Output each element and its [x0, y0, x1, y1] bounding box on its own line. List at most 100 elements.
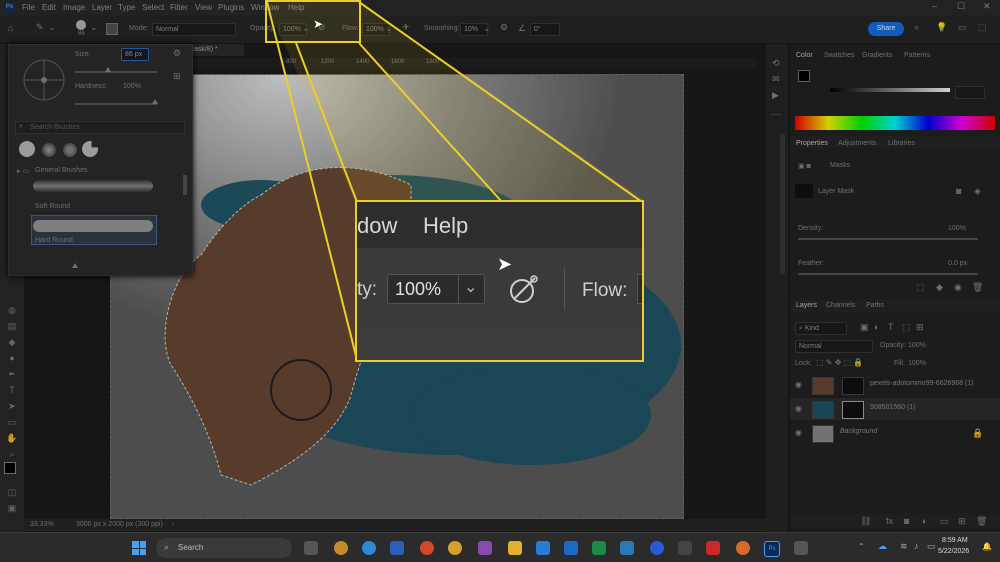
brightness-field[interactable]: [955, 86, 985, 99]
chrome-icon[interactable]: [736, 541, 750, 555]
gear-icon[interactable]: ⚙: [173, 48, 181, 59]
brightness-slider[interactable]: [830, 88, 950, 92]
chevron-down-icon[interactable]: ⌄: [464, 277, 477, 297]
rectangle-tool-icon[interactable]: ▭: [5, 416, 19, 428]
app-icon[interactable]: [620, 541, 634, 555]
chevron-up-icon[interactable]: ⌃: [858, 542, 865, 551]
tab-adjustments[interactable]: Adjustments: [838, 140, 877, 147]
tab-swatches[interactable]: Swatches: [824, 52, 854, 59]
preset-variant-icon[interactable]: [82, 141, 98, 157]
menu-file[interactable]: File: [22, 3, 35, 12]
menu-view[interactable]: View: [195, 3, 212, 12]
menu-type[interactable]: Type: [118, 3, 135, 12]
preset-hard-round-icon[interactable]: [19, 141, 35, 157]
brush-angle-widget[interactable]: [19, 55, 69, 105]
minimize-icon[interactable]: –: [932, 1, 937, 11]
adjustment-layer-icon[interactable]: ◐: [922, 516, 927, 526]
filter-pixel-icon[interactable]: ▣: [860, 322, 869, 333]
vertical-scrollbar[interactable]: [780, 134, 785, 274]
zoom-pressure-opacity-icon[interactable]: [507, 274, 541, 304]
smoothing-options-icon[interactable]: ⚙: [500, 22, 508, 33]
link-layers-icon[interactable]: ⛓: [860, 516, 871, 527]
vector-mask-icon[interactable]: ◈: [974, 186, 981, 197]
acrobat-icon[interactable]: [706, 541, 720, 555]
onedrive-icon[interactable]: ☁: [878, 541, 887, 552]
close-icon[interactable]: ✕: [983, 1, 991, 12]
clock-date[interactable]: 5/22/2026: [938, 548, 969, 555]
volume-icon[interactable]: ♪: [914, 541, 919, 551]
pen-tool-icon[interactable]: ✒: [5, 368, 19, 380]
task-view-icon[interactable]: [304, 541, 318, 555]
pixel-mask-icon[interactable]: ◙: [956, 186, 961, 196]
tab-color[interactable]: Color: [796, 52, 813, 59]
comments-icon[interactable]: ✉: [772, 74, 780, 85]
eye-icon[interactable]: ◉: [795, 428, 802, 437]
tab-paths[interactable]: Paths: [866, 302, 884, 309]
new-layer-icon[interactable]: ⊞: [958, 516, 966, 527]
new-preset-icon[interactable]: ⊞: [173, 71, 181, 82]
layer-row-selected[interactable]: ◉ 908501560 (1): [790, 398, 1000, 420]
delete-mask-icon[interactable]: 🗑: [972, 282, 983, 293]
zoom-level[interactable]: 33.33%: [30, 521, 54, 528]
soft-round-brush[interactable]: Soft Round: [35, 203, 70, 210]
photoshop-app-icon[interactable]: Ps: [4, 2, 15, 13]
preset-soft-icon[interactable]: [63, 143, 77, 157]
chrome-icon[interactable]: [448, 541, 462, 555]
layer-filter-kind[interactable]: ⌕ Kind: [795, 322, 847, 335]
tab-channels[interactable]: Channels: [826, 302, 856, 309]
hardness-slider-thumb[interactable]: [152, 99, 158, 104]
zoom-menu-help[interactable]: Help: [423, 213, 468, 239]
eye-icon[interactable]: ◉: [795, 404, 802, 413]
copilot-icon[interactable]: [536, 541, 550, 555]
brush-tool-icon[interactable]: ✎: [36, 22, 44, 33]
select-mask-icon[interactable]: ⬚: [916, 282, 925, 293]
tab-properties[interactable]: Properties: [796, 140, 828, 147]
cloud-icon[interactable]: ⬚: [978, 22, 987, 33]
menu-layer[interactable]: Layer: [92, 3, 112, 12]
brush-preset-icon[interactable]: [76, 20, 86, 30]
chevron-down-icon[interactable]: ⌄: [385, 23, 393, 34]
resize-handle-icon[interactable]: [72, 263, 78, 268]
feather-slider[interactable]: [798, 273, 978, 275]
tab-layers[interactable]: Layers: [796, 302, 817, 309]
general-brushes-folder[interactable]: General Brushes: [35, 167, 88, 174]
hand-tool-icon[interactable]: ✋: [5, 432, 19, 444]
windows-start-icon[interactable]: [132, 541, 146, 555]
chrome-canary-icon[interactable]: [334, 541, 348, 555]
share-button[interactable]: Share: [868, 22, 904, 36]
add-mask-icon[interactable]: ◙: [904, 516, 909, 526]
layer-row[interactable]: ◉ Background 🔒: [790, 422, 1000, 444]
group-icon[interactable]: ▭: [940, 516, 949, 527]
angle-field[interactable]: 0°: [530, 23, 560, 36]
color-spectrum[interactable]: [795, 116, 995, 130]
app-icon[interactable]: [478, 541, 492, 555]
menu-select[interactable]: Select: [142, 3, 164, 12]
blur-tool-icon[interactable]: ◆: [5, 336, 19, 348]
discover-icon[interactable]: 💡: [936, 22, 947, 33]
taskbar-search[interactable]: ⌕ Search: [156, 538, 292, 558]
maximize-icon[interactable]: ☐: [957, 1, 965, 12]
app-icon[interactable]: [678, 541, 692, 555]
outlook-icon[interactable]: [564, 541, 578, 555]
photoshop-taskbar-icon[interactable]: Ps: [764, 541, 780, 557]
word-icon[interactable]: [390, 541, 404, 555]
dodge-tool-icon[interactable]: ●: [5, 352, 19, 364]
preset-soft-round-icon[interactable]: [42, 143, 56, 157]
clock-time[interactable]: 8:59 AM: [942, 537, 968, 544]
zoom-flow-field[interactable]: [637, 274, 642, 304]
wifi-icon[interactable]: ≋: [900, 541, 908, 552]
brush-settings-icon[interactable]: [106, 23, 118, 35]
gradient-tool-icon[interactable]: ▤: [5, 320, 19, 332]
workspace-icon[interactable]: ▭: [958, 22, 967, 33]
app-icon[interactable]: [794, 541, 808, 555]
screen-mode-icon[interactable]: ▣: [5, 502, 19, 514]
eye-icon[interactable]: ◉: [795, 380, 802, 389]
apply-mask-icon[interactable]: ◆: [936, 282, 943, 293]
tab-patterns[interactable]: Patterns: [904, 52, 930, 59]
zoom-app-icon[interactable]: [650, 541, 664, 555]
excel-icon[interactable]: [592, 541, 606, 555]
filter-smart-icon[interactable]: ⊞: [916, 322, 924, 333]
file-explorer-icon[interactable]: [508, 541, 522, 555]
zoom-opacity-field[interactable]: 100% ⌄: [387, 274, 485, 304]
fx-icon[interactable]: fx: [886, 516, 893, 526]
